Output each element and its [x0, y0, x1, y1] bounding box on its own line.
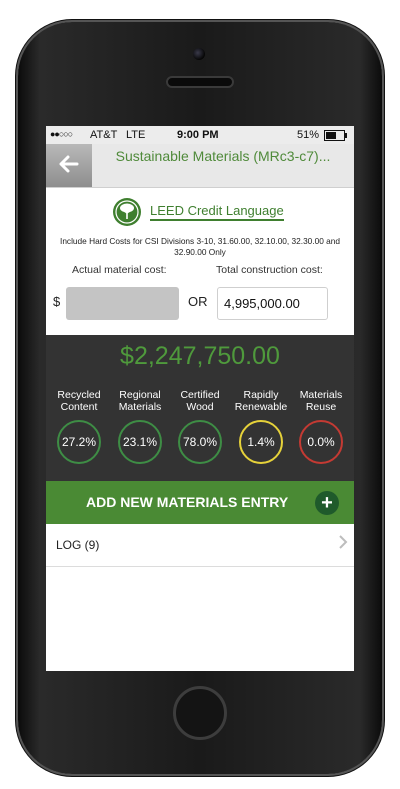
plus-circle-icon: + — [315, 491, 339, 515]
battery-percent: 51% — [297, 129, 320, 141]
or-label: OR — [188, 294, 208, 309]
back-button[interactable] — [46, 144, 92, 187]
status-time: 9:00 PM — [177, 129, 219, 141]
metric-ring[interactable]: 78.0% — [178, 420, 222, 464]
actual-cost-label: Actual material cost: — [72, 264, 167, 276]
actual-cost-input[interactable] — [66, 287, 179, 320]
add-entry-label: ADD NEW MATERIALS ENTRY — [86, 494, 289, 510]
leed-section: LEED Credit Language — [46, 188, 354, 236]
carrier: AT&T — [90, 129, 118, 141]
summary-panel: $2,247,750.00 Recycled Content 27.2% Reg… — [46, 335, 354, 481]
front-camera — [193, 48, 205, 60]
metric-label: Rapidly Renewable — [234, 389, 288, 413]
metric-regional-materials: Regional Materials 23.1% — [109, 389, 171, 464]
cost-inputs: $ OR 4,995,000.00 — [46, 282, 354, 326]
nav-bar: Sustainable Materials (MRc3-c7)... — [46, 144, 354, 188]
home-button[interactable] — [173, 686, 227, 740]
leed-tree-logo — [113, 198, 141, 226]
metric-recycled-content: Recycled Content 27.2% — [48, 389, 110, 464]
hard-costs-note: Include Hard Costs for CSI Divisions 3-1… — [60, 236, 340, 257]
back-arrow-icon — [59, 153, 79, 179]
metric-ring[interactable]: 23.1% — [118, 420, 162, 464]
total-cost-input[interactable]: 4,995,000.00 — [217, 287, 328, 320]
currency-symbol: $ — [53, 294, 61, 309]
log-row[interactable]: LOG (9) — [46, 524, 354, 567]
metric-ring[interactable]: 1.4% — [239, 420, 283, 464]
total-cost-label: Total construction cost: — [216, 264, 323, 276]
metric-label: Recycled Content — [57, 389, 101, 413]
battery-icon — [324, 130, 348, 144]
app-screen: ●●○○○ AT&T LTE 9:00 PM 51% Sustainable M… — [46, 126, 354, 671]
total-amount: $2,247,750.00 — [120, 342, 280, 370]
network-type: LTE — [126, 129, 146, 141]
status-bar: ●●○○○ AT&T LTE 9:00 PM 51% — [46, 126, 354, 144]
metric-certified-wood: Certified Wood 78.0% — [169, 389, 231, 464]
page-title: Sustainable Materials (MRc3-c7)... — [115, 148, 331, 164]
metric-rapidly-renewable: Rapidly Renewable 1.4% — [230, 389, 292, 464]
metric-label: Regional Materials — [118, 389, 162, 413]
signal-icon: ●●○○○ — [50, 129, 73, 139]
metric-materials-reuse: Materials Reuse 0.0% — [290, 389, 352, 464]
metric-ring[interactable]: 0.0% — [299, 420, 343, 464]
log-label: LOG (9) — [56, 538, 100, 552]
leed-credit-link[interactable]: LEED Credit Language — [150, 203, 284, 221]
metric-label: Certified Wood — [180, 389, 220, 413]
cost-labels: Actual material cost: Total construction… — [46, 258, 354, 282]
add-new-materials-entry-button[interactable]: ADD NEW MATERIALS ENTRY + — [46, 481, 354, 524]
metric-ring[interactable]: 27.2% — [57, 420, 101, 464]
chevron-right-icon — [338, 534, 348, 555]
earpiece-speaker — [166, 76, 234, 88]
metric-label: Materials Reuse — [299, 389, 343, 413]
